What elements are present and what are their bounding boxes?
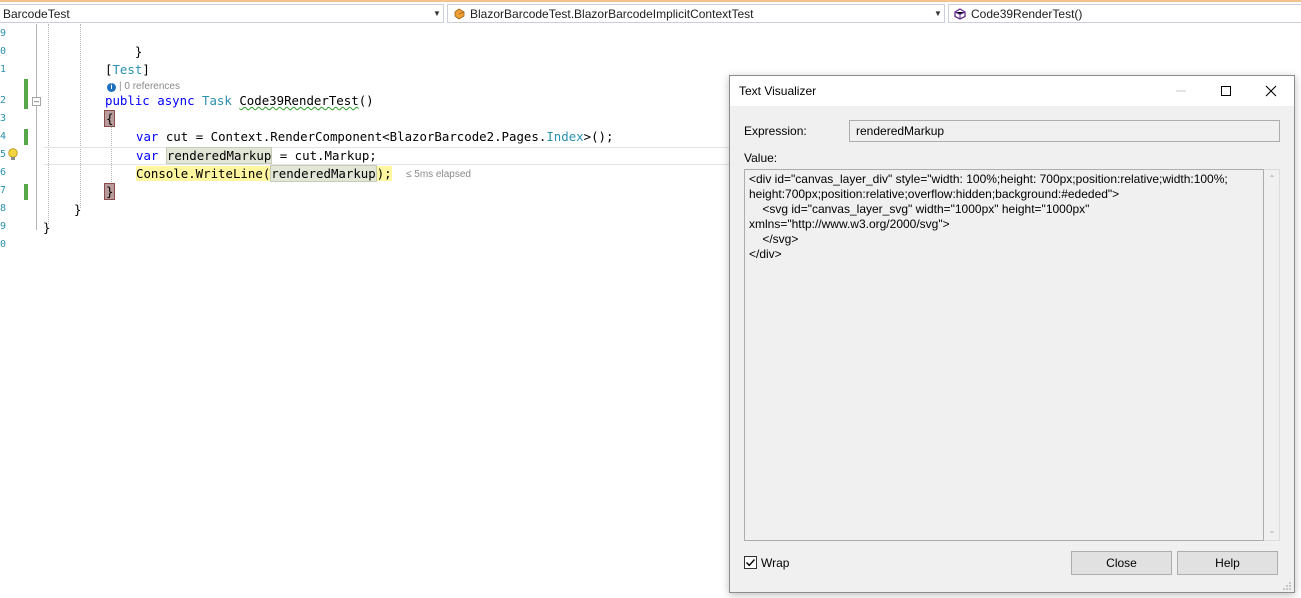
wrap-checkbox[interactable] — [744, 556, 757, 569]
scroll-up-icon[interactable]: ⌃ — [1264, 172, 1280, 186]
code-token: } — [43, 220, 51, 235]
class-icon — [452, 7, 466, 21]
value-text-line: </svg> — [749, 232, 799, 246]
class-dropdown[interactable]: BlazorBarcodeTest.BlazorBarcodeImplicitC… — [447, 4, 945, 23]
code-line: var cut = Context.RenderComponent<Blazor… — [136, 128, 613, 146]
keyword-token: var — [136, 129, 159, 144]
line-number: 2 — [0, 95, 6, 106]
attribute-name: Test — [112, 62, 143, 77]
value-textarea[interactable]: <div id="canvas_layer_div" style="width:… — [744, 169, 1264, 541]
code-line: Console.WriteLine(renderedMarkup); — [136, 165, 392, 183]
code-token: >(); — [583, 129, 614, 144]
code-token: Console.WriteLine( — [136, 166, 271, 181]
dialog-title: Text Visualizer — [739, 84, 817, 98]
change-bar — [24, 129, 28, 145]
project-dropdown[interactable]: BarcodeTest ▼ — [0, 4, 444, 23]
indent-guide — [48, 24, 49, 224]
checkmark-icon — [746, 559, 756, 567]
member-dropdown[interactable]: Code39RenderTest() — [948, 4, 1301, 23]
code-token: } — [74, 202, 82, 217]
expression-label: Expression: — [744, 124, 807, 138]
value-text-line: xmlns="http://www.w3.org/2000/svg"> — [749, 217, 950, 231]
code-line: [Test] — [105, 61, 150, 79]
close-window-button[interactable] — [1248, 76, 1294, 106]
value-text-line: <svg id="canvas_layer_svg" width="1000px… — [749, 202, 1090, 216]
code-token: cut = Context.RenderComponent<BlazorBarc… — [158, 129, 547, 144]
lightbulb-icon[interactable] — [7, 148, 19, 162]
code-token: () — [358, 93, 374, 108]
resize-grip-icon[interactable] — [1282, 580, 1292, 590]
line-number: 5 — [0, 149, 6, 160]
line-number: 6 — [0, 167, 6, 178]
chevron-down-icon: ▼ — [934, 9, 942, 18]
line-number: 0 — [0, 239, 6, 250]
minimize-button[interactable] — [1158, 76, 1204, 106]
code-token: = cut.Markup; — [272, 148, 377, 163]
value-label: Value: — [744, 151, 778, 165]
indent-guide — [80, 24, 81, 208]
code-token: ); — [376, 166, 392, 181]
maximize-button[interactable] — [1203, 76, 1249, 106]
keyword-token: public — [105, 93, 150, 108]
project-dropdown-label: BarcodeTest — [3, 6, 70, 21]
close-icon — [1265, 85, 1277, 97]
outline-guide — [36, 24, 37, 230]
info-icon: i — [107, 82, 116, 92]
change-bar — [24, 184, 28, 200]
code-line: var renderedMarkup = cut.Markup; — [136, 147, 377, 165]
scroll-down-icon[interactable]: ⌄ — [1264, 524, 1280, 538]
value-text-line: </div> — [749, 247, 782, 261]
method-icon — [953, 7, 967, 21]
dialog-title-bar[interactable]: Text Visualizer — [730, 76, 1294, 106]
collapse-icon[interactable]: – — [32, 97, 41, 106]
code-line: } — [104, 183, 116, 201]
variable-reference: renderedMarkup — [270, 165, 377, 182]
text-visualizer-dialog: Text Visualizer Expression: renderedMark… — [729, 75, 1295, 593]
help-button[interactable]: Help — [1177, 551, 1278, 575]
line-number: 9 — [0, 28, 6, 39]
code-token: ] — [142, 62, 150, 77]
keyword-token: async — [157, 93, 195, 108]
line-number: 3 — [0, 113, 6, 124]
code-token: } — [134, 44, 143, 59]
chevron-down-icon: ▼ — [433, 9, 441, 18]
code-line: public async Task Code39RenderTest() — [105, 92, 374, 110]
variable-reference: renderedMarkup — [165, 147, 273, 164]
keyword-token: var — [136, 148, 159, 163]
line-number: 1 — [0, 64, 6, 75]
value-text-line: height:700px;position:relative;overflow:… — [749, 187, 1120, 201]
class-dropdown-label: BlazorBarcodeTest.BlazorBarcodeImplicitC… — [470, 6, 754, 21]
current-statement: Console.WriteLine(renderedMarkup); — [136, 165, 392, 182]
method-name: Code39RenderTest — [239, 93, 359, 108]
code-line: } — [74, 201, 81, 219]
type-token: Task — [202, 93, 232, 108]
line-number: 9 — [0, 221, 6, 232]
brace-match: } — [104, 183, 116, 200]
code-line: { — [104, 110, 116, 128]
type-token: Index — [546, 129, 584, 144]
brace-match: { — [104, 110, 116, 127]
close-button[interactable]: Close — [1071, 551, 1172, 575]
code-line: } — [43, 219, 50, 237]
minimize-icon — [1176, 90, 1186, 92]
line-number: 4 — [0, 131, 6, 142]
expression-field[interactable]: renderedMarkup — [849, 120, 1280, 142]
line-number: 7 — [0, 185, 6, 196]
value-scrollbar[interactable]: ⌃ ⌄ — [1264, 169, 1280, 541]
change-bar — [24, 79, 28, 109]
perf-tip[interactable]: ≤ 5ms elapsed — [406, 166, 471, 184]
line-number: 8 — [0, 203, 6, 214]
line-number: 0 — [0, 46, 6, 57]
value-text-line: <div id="canvas_layer_div" style="width:… — [749, 172, 1228, 186]
wrap-label[interactable]: Wrap — [761, 556, 789, 570]
maximize-icon — [1221, 86, 1231, 96]
member-dropdown-label: Code39RenderTest() — [971, 6, 1083, 21]
navigation-bar: BarcodeTest ▼ BlazorBarcodeTest.BlazorBa… — [0, 0, 1301, 24]
